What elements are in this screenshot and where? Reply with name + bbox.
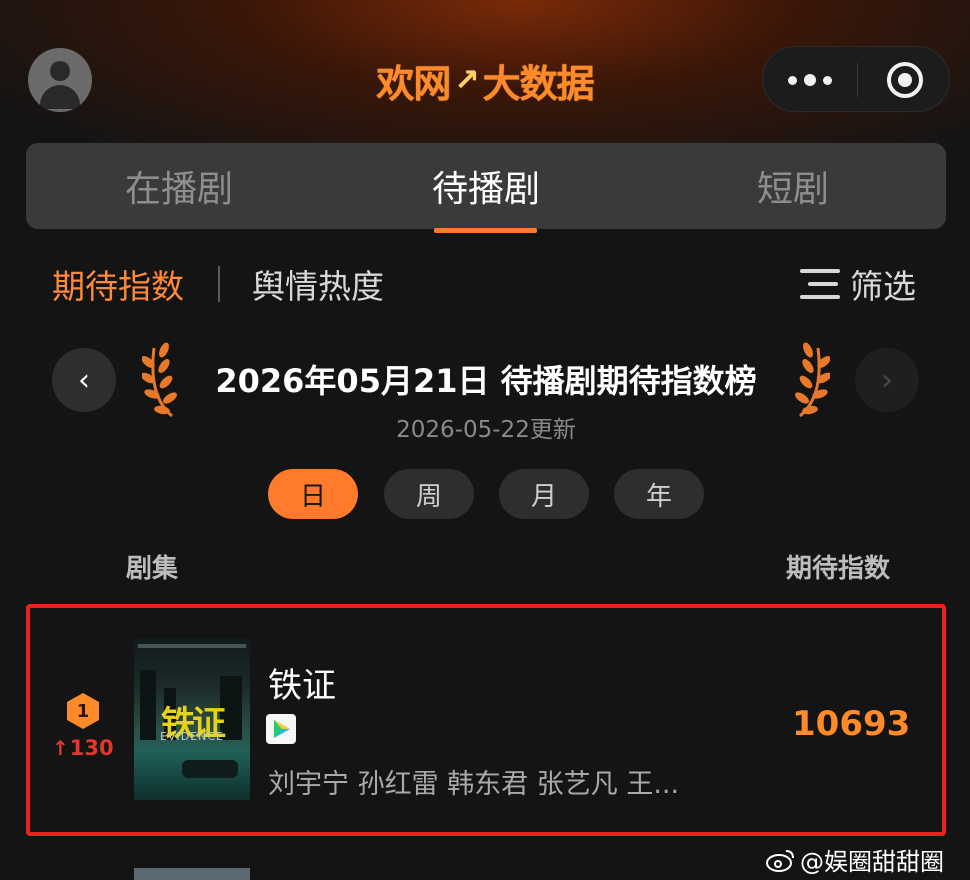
rank-badge: 1	[66, 692, 100, 730]
target-circle-icon[interactable]	[858, 47, 951, 113]
period-week-button[interactable]: 周	[384, 469, 474, 519]
rank-number: 1	[76, 700, 90, 722]
next-row-poster-partial	[134, 868, 250, 880]
logo-text-right: 大数据	[482, 61, 595, 106]
filter-button[interactable]: 筛选	[800, 258, 916, 310]
subtab-divider	[218, 266, 220, 302]
weibo-icon	[766, 849, 794, 872]
app-logo: 欢网 ↗ 大数据	[355, 56, 615, 106]
logo-text-left: 欢网	[376, 61, 451, 106]
subtab-public-opinion[interactable]: 舆情热度	[252, 260, 384, 308]
active-tab-indicator	[434, 228, 537, 233]
tab-airing[interactable]: 在播剧	[26, 143, 332, 229]
laurel-left-icon	[142, 342, 177, 418]
rank-change: ↑ 130	[52, 736, 114, 760]
weibo-watermark: @娱圈甜甜圈	[766, 842, 944, 877]
app-header: 欢网 ↗ 大数据	[0, 0, 970, 140]
period-day-button[interactable]: 日	[268, 469, 358, 519]
poster-subtitle: EVIDENCE	[160, 730, 224, 743]
metric-subtabs: 期待指数 舆情热度	[52, 258, 384, 310]
subtab-anticipation-index[interactable]: 期待指数	[52, 260, 184, 308]
prev-date-button[interactable]: ‹	[52, 348, 116, 412]
logo-spark-icon: ↗	[454, 62, 479, 98]
column-header-index: 期待指数	[786, 554, 891, 584]
drama-poster[interactable]: 铁证 EVIDENCE	[134, 638, 250, 800]
tab-upcoming[interactable]: 待播剧	[333, 143, 639, 229]
video-platform-icon	[266, 714, 296, 744]
next-date-button[interactable]: ›	[855, 348, 919, 412]
filter-icon	[800, 267, 840, 301]
user-avatar-icon[interactable]	[28, 48, 92, 112]
drama-category-tabs: 在播剧 待播剧 短剧	[26, 143, 946, 229]
ranking-row[interactable]: 1 ↑ 130 铁证 EVIDENCE 铁证 刘宇宁 孙红雷 韩东君 张艺凡 王…	[30, 608, 942, 832]
column-header-drama: 剧集	[126, 554, 179, 584]
rank-up-arrow-icon: ↑	[52, 736, 69, 760]
period-month-button[interactable]: 月	[499, 469, 589, 519]
rank-change-value: 130	[69, 736, 114, 760]
filter-label: 筛选	[850, 267, 916, 306]
chevron-left-icon: ‹	[78, 362, 90, 398]
drama-cast: 刘宇宁 孙红雷 韩东君 张艺凡 王...	[268, 769, 680, 800]
period-year-button[interactable]: 年	[614, 469, 704, 519]
board-title: 2026年05月21日 待播剧期待指数榜	[215, 362, 757, 400]
anticipation-score: 10693	[792, 704, 911, 744]
tab-short-drama[interactable]: 短剧	[640, 143, 946, 229]
chevron-right-icon: ›	[881, 362, 893, 398]
drama-title: 铁证	[268, 666, 336, 706]
watermark-text: @娱圈甜甜圈	[800, 848, 944, 876]
miniprogram-capsule	[762, 46, 950, 112]
laurel-right-icon	[795, 342, 830, 418]
update-time: 2026-05-22更新	[396, 417, 576, 443]
more-dots-icon[interactable]	[763, 47, 857, 113]
